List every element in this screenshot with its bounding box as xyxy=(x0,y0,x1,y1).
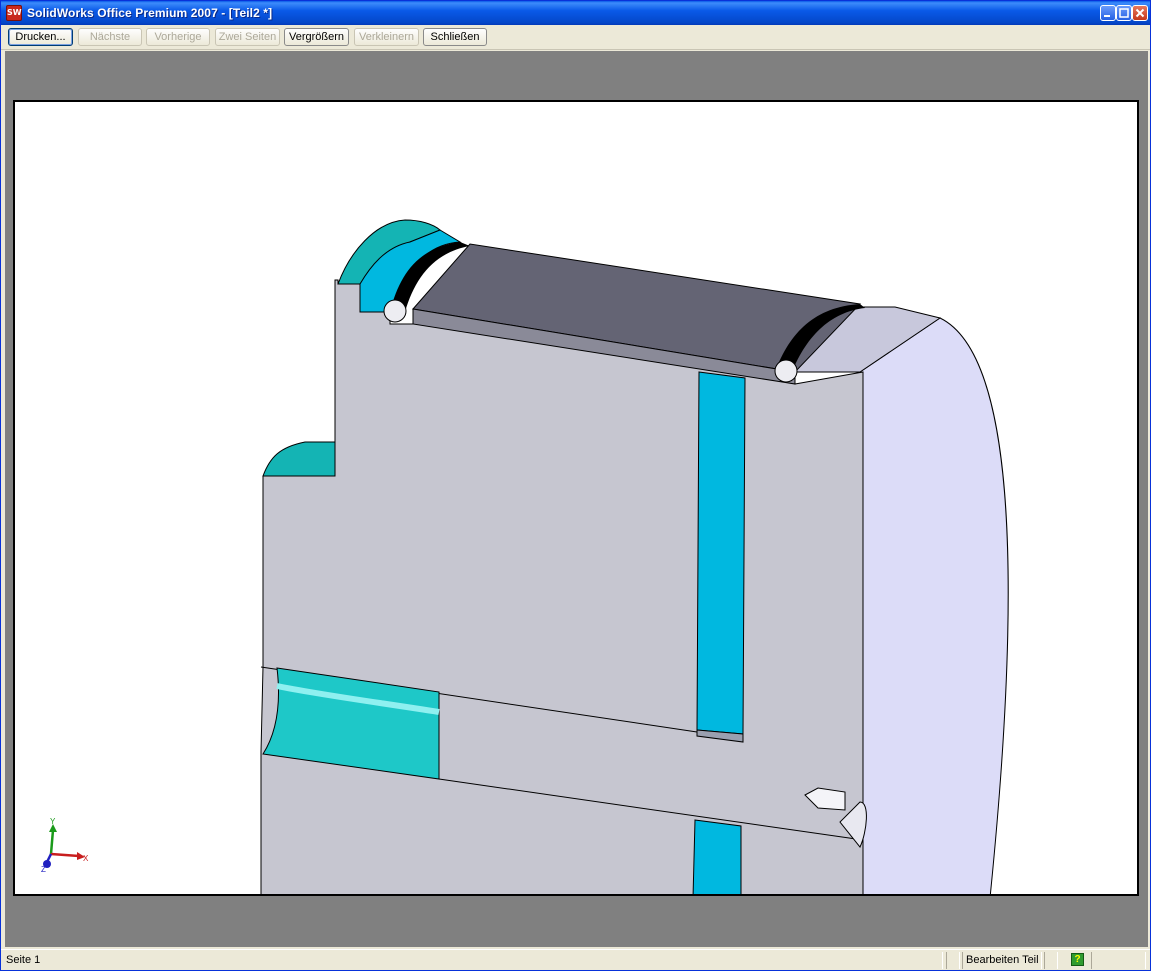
preview-toolbar: Drucken... Nächste Vorherige Zwei Seiten… xyxy=(1,25,1150,50)
zoom-out-button[interactable]: Verkleinern xyxy=(354,28,419,46)
status-page-number: Seite 1 xyxy=(3,952,943,969)
close-preview-button[interactable]: Schließen xyxy=(423,28,487,46)
solidworks-app-icon[interactable]: SW xyxy=(6,5,22,21)
part-section-view: Y X Z xyxy=(41,219,1009,894)
triad-z-label: Z xyxy=(41,865,46,874)
status-spacer-2 xyxy=(1044,952,1058,969)
status-edit-mode: Bearbeiten Teil xyxy=(962,952,1042,969)
status-empty xyxy=(1091,952,1146,969)
maximize-icon[interactable] xyxy=(1116,5,1132,21)
coordinate-triad-icon: Y X Z xyxy=(41,817,89,874)
next-page-button[interactable]: Nächste xyxy=(78,28,142,46)
title-bar[interactable]: SW SolidWorks Office Premium 2007 - [Tei… xyxy=(1,1,1150,25)
print-preview-window: SW SolidWorks Office Premium 2007 - [Tei… xyxy=(0,0,1151,971)
previous-page-button[interactable]: Vorherige xyxy=(146,28,210,46)
triad-y-label: Y xyxy=(50,817,56,826)
zoom-in-button[interactable]: Vergrößern xyxy=(284,28,349,46)
status-spacer xyxy=(946,952,960,969)
help-icon[interactable]: ? xyxy=(1071,953,1084,966)
triad-x-label: X xyxy=(83,854,89,863)
close-icon[interactable] xyxy=(1132,5,1148,21)
minimize-icon[interactable] xyxy=(1100,5,1116,21)
print-button[interactable]: Drucken... xyxy=(8,28,73,46)
window-title: SolidWorks Office Premium 2007 - [Teil2 … xyxy=(27,6,273,20)
preview-page[interactable]: Y X Z xyxy=(13,100,1139,896)
status-bar: Seite 1 Bearbeiten Teil ? xyxy=(1,949,1150,970)
two-pages-button[interactable]: Zwei Seiten xyxy=(215,28,280,46)
preview-area[interactable]: Y X Z xyxy=(5,51,1148,947)
